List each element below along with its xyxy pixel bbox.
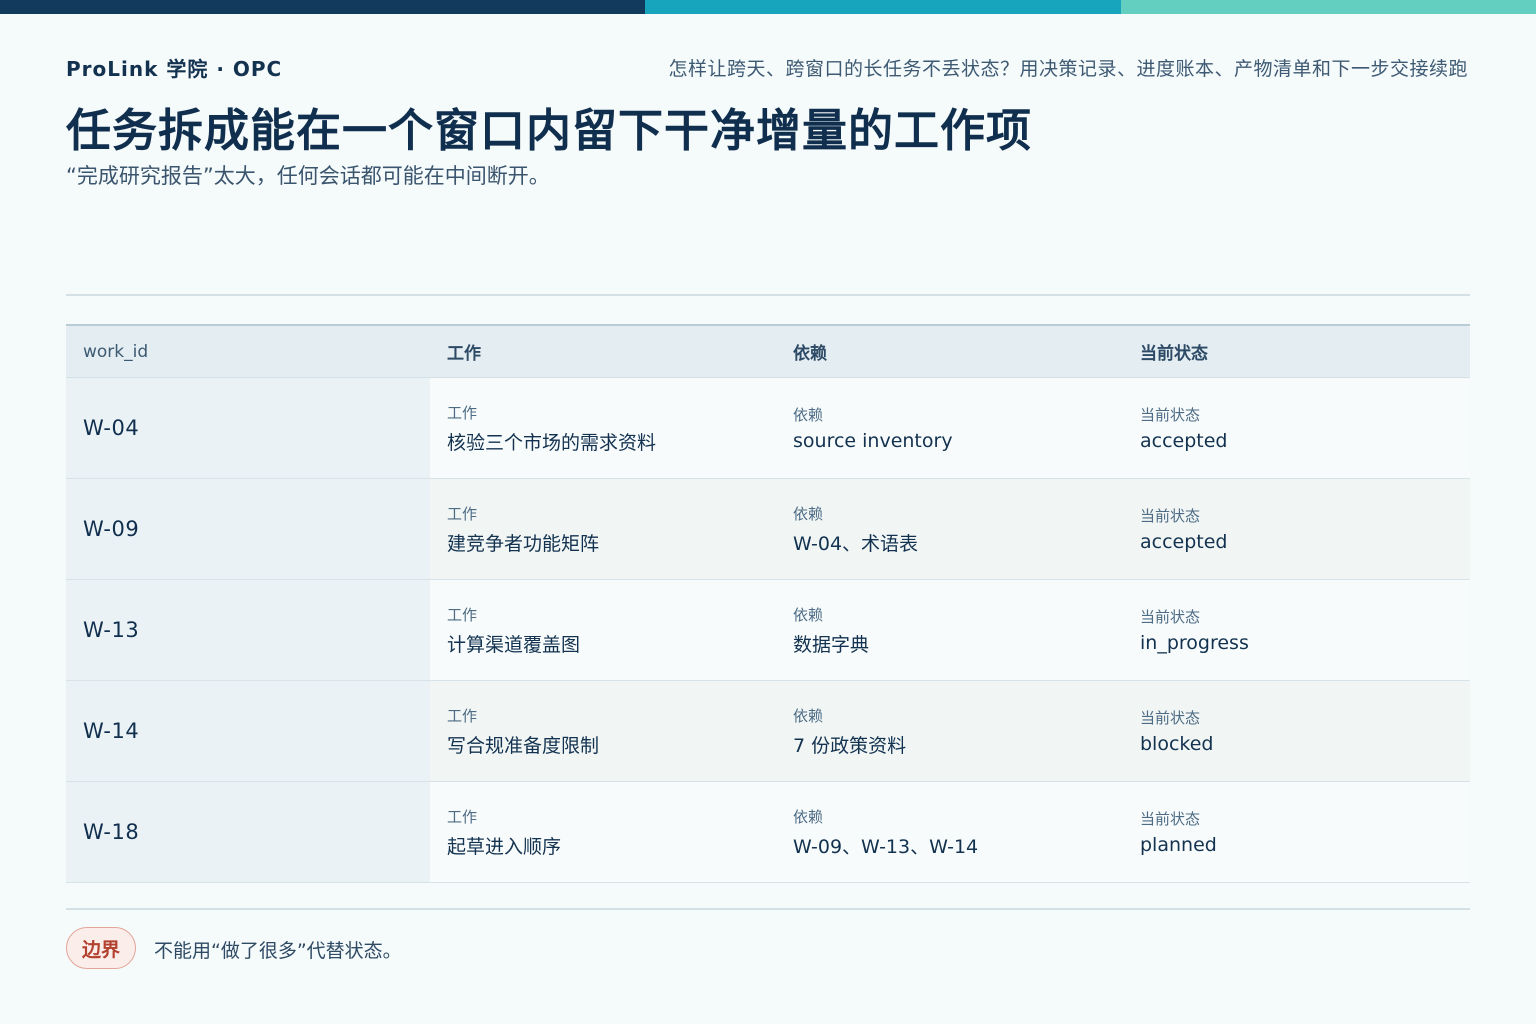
table-header: work_id 工作 依赖 当前状态 [66,324,1470,378]
row-status-cell: 当前状态 planned [1123,782,1470,882]
cell-value: 建竞争者功能矩阵 [447,532,600,555]
cell-label: 依赖 [793,605,824,624]
row-deps-cell: 依赖 W-09、W-13、W-14 [776,782,1123,882]
cell-label: 依赖 [793,807,824,826]
cell-label: 当前状态 [1140,709,1201,727]
work-items-table: work_id 工作 依赖 当前状态 W-04 工作 核验三个市场的需求资料 依… [66,324,1470,883]
top-bar-segment-mint [1121,0,1536,14]
cell-label: 工作 [447,706,478,725]
cell-value: 7 份政策资料 [793,734,907,757]
table-row: W-14 工作 写合规准备度限制 依赖 7 份政策资料 当前状态 blocked [66,681,1470,782]
top-bar-segment-teal [645,0,1121,14]
cell-value: 计算渠道覆盖图 [447,633,581,656]
row-work-cell: 工作 建竞争者功能矩阵 [430,479,776,579]
brand-label: ProLink 学院 · OPC [66,57,283,81]
row-status-cell: 当前状态 in_progress [1123,580,1470,680]
row-status-cell: 当前状态 accepted [1123,479,1470,579]
cell-value: 数据字典 [793,633,870,656]
cell-label: 当前状态 [1140,507,1201,525]
row-work-cell: 工作 核验三个市场的需求资料 [430,378,776,478]
cell-value: 核验三个市场的需求资料 [447,431,657,454]
cell-value: accepted [1140,531,1228,553]
table-row: W-18 工作 起草进入顺序 依赖 W-09、W-13、W-14 当前状态 pl… [66,782,1470,883]
row-work-id: W-04 [66,378,430,478]
cell-value: W-09、W-13、W-14 [793,835,979,858]
row-deps-cell: 依赖 source inventory [776,378,1123,478]
top-color-bar [0,0,1536,14]
row-status-cell: 当前状态 accepted [1123,378,1470,478]
row-work-cell: 工作 计算渠道覆盖图 [430,580,776,680]
cell-value: in_progress [1140,632,1249,654]
header-deps: 依赖 [793,344,827,364]
row-work-id: W-09 [66,479,430,579]
divider-bottom [66,908,1470,910]
boundary-badge: 边界 [66,927,136,969]
cell-value: 写合规准备度限制 [447,734,600,757]
cell-label: 依赖 [793,706,824,725]
header-work-id: work_id [83,341,149,362]
table-row: W-04 工作 核验三个市场的需求资料 依赖 source inventory … [66,378,1470,479]
cell-value: planned [1140,834,1217,856]
cell-value: blocked [1140,733,1214,755]
page-title: 任务拆成能在一个窗口内留下干净增量的工作项 [66,104,1033,157]
cell-label: 依赖 [793,504,824,523]
row-deps-cell: 依赖 W-04、术语表 [776,479,1123,579]
cell-value: accepted [1140,430,1228,452]
boundary-note: 不能用“做了很多”代替状态。 [154,940,402,962]
row-work-id: W-13 [66,580,430,680]
cell-label: 工作 [447,403,478,422]
row-deps-cell: 依赖 7 份政策资料 [776,681,1123,781]
cell-label: 当前状态 [1140,608,1201,626]
header-work: 工作 [447,344,481,364]
top-bar-segment-navy [0,0,645,14]
cell-value: 起草进入顺序 [447,835,562,858]
table-row: W-09 工作 建竞争者功能矩阵 依赖 W-04、术语表 当前状态 accept… [66,479,1470,580]
row-work-id: W-18 [66,782,430,882]
cell-label: 依赖 [793,406,824,424]
row-work-cell: 工作 起草进入顺序 [430,782,776,882]
row-status-cell: 当前状态 blocked [1123,681,1470,781]
cell-label: 工作 [447,504,478,523]
table-row: W-13 工作 计算渠道覆盖图 依赖 数据字典 当前状态 in_progress [66,580,1470,681]
page-subtitle: “完成研究报告”太大，任何会话都可能在中间断开。 [66,164,550,188]
cell-label: 当前状态 [1140,406,1201,424]
header-tagline: 怎样让跨天、跨窗口的长任务不丢状态？用决策记录、进度账本、产物清单和下一步交接续… [668,58,1468,80]
cell-value: W-04、术语表 [793,532,919,555]
row-deps-cell: 依赖 数据字典 [776,580,1123,680]
row-work-cell: 工作 写合规准备度限制 [430,681,776,781]
row-work-id: W-14 [66,681,430,781]
cell-label: 当前状态 [1140,810,1201,828]
cell-label: 工作 [447,807,478,826]
cell-label: 工作 [447,605,478,624]
cell-value: source inventory [793,430,953,452]
divider-top [66,294,1470,296]
header-status: 当前状态 [1140,344,1208,364]
